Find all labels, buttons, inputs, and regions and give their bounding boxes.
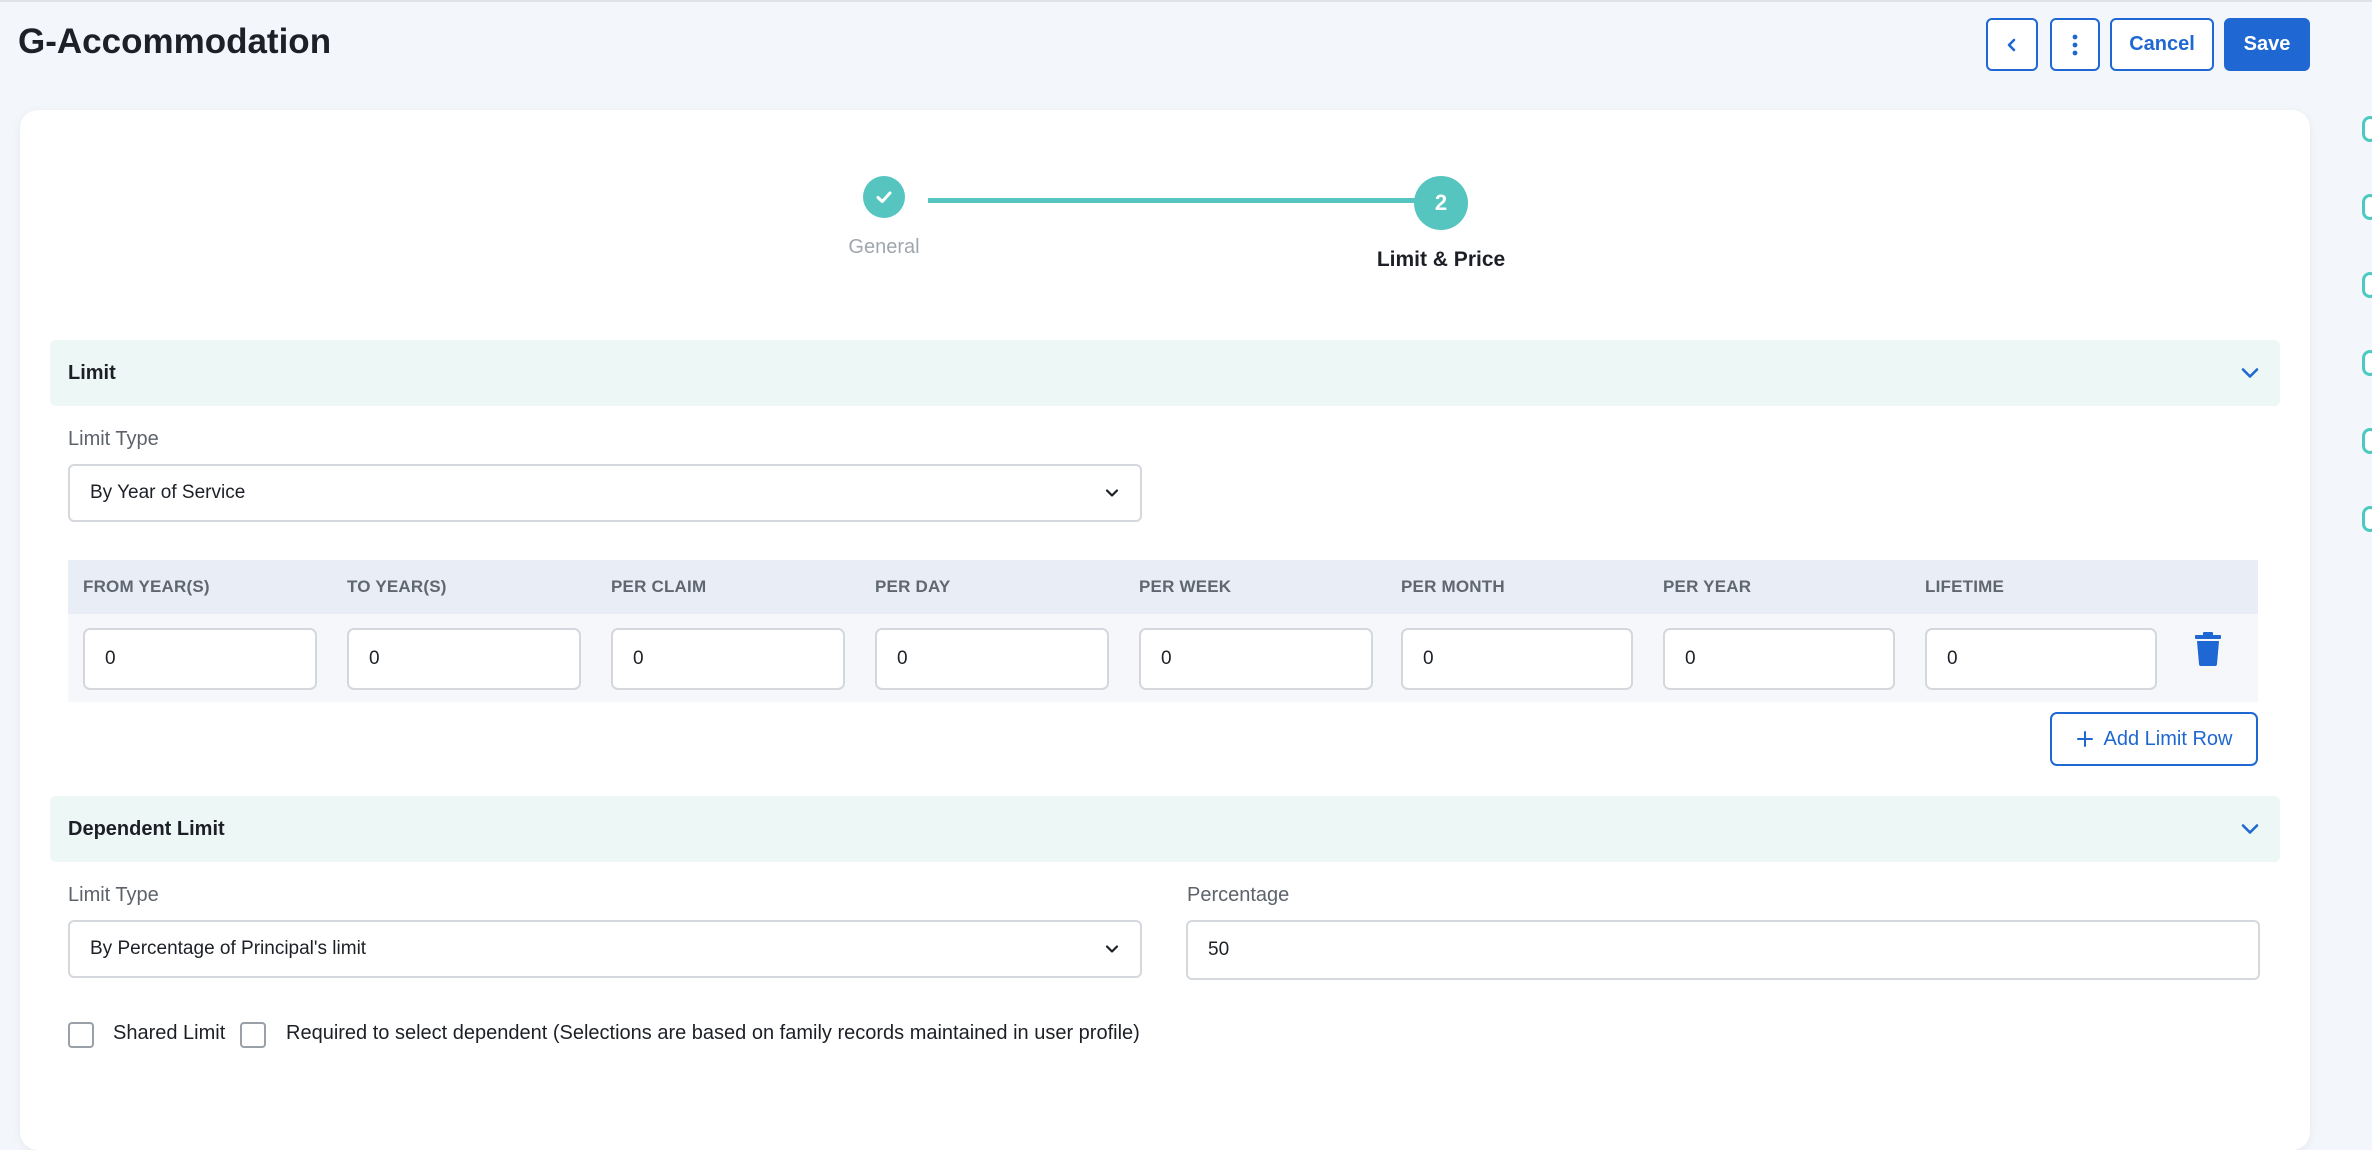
step-limit-price-label: Limit & Price <box>1376 248 1506 271</box>
limit-type-value: By Year of Service <box>90 482 246 503</box>
limit-type-select[interactable]: By Year of Service <box>68 464 1142 522</box>
column-header: PER CLAIM <box>611 577 707 596</box>
back-button[interactable] <box>1986 18 2038 71</box>
limit-type-label: Limit Type <box>68 428 159 450</box>
chevron-down-icon <box>1105 489 1119 497</box>
column-header: PER MONTH <box>1401 577 1505 596</box>
chevron-left-icon <box>2007 38 2016 51</box>
limit-table-header: FROM YEAR(S) TO YEAR(S) PER CLAIM PER DA… <box>68 560 2258 614</box>
per-week-input[interactable] <box>1139 628 1373 690</box>
step-general-label: General <box>848 236 920 258</box>
table-row <box>68 614 2258 702</box>
column-header: TO YEAR(S) <box>347 577 447 596</box>
edge-indicator <box>2362 272 2372 298</box>
right-edge-indicators <box>2362 110 2372 550</box>
dependent-limit-section-header[interactable]: Dependent Limit <box>50 796 2280 862</box>
top-border <box>0 0 2372 2</box>
plus-icon <box>2076 731 2093 747</box>
per-year-input[interactable] <box>1663 628 1895 690</box>
edge-indicator <box>2362 194 2372 220</box>
percentage-input[interactable] <box>1186 920 2260 980</box>
edge-indicator <box>2362 350 2372 376</box>
save-button[interactable]: Save <box>2224 18 2310 71</box>
required-dependent-checkbox[interactable] <box>240 1022 266 1048</box>
column-header: PER WEEK <box>1139 577 1232 596</box>
edge-indicator <box>2362 506 2372 532</box>
column-header: LIFETIME <box>1925 577 2005 596</box>
edge-indicator <box>2362 116 2372 142</box>
step-limit-price-indicator[interactable]: 2 <box>1414 176 1468 230</box>
chevron-down-icon <box>1105 945 1119 953</box>
dependent-limit-section-title: Dependent Limit <box>68 817 225 840</box>
shared-limit-label: Shared Limit <box>113 1022 226 1044</box>
dependent-limit-type-value: By Percentage of Principal's limit <box>90 938 367 959</box>
column-header: PER DAY <box>875 577 951 596</box>
shared-limit-checkbox[interactable] <box>68 1022 94 1048</box>
trash-icon[interactable] <box>2194 632 2222 666</box>
step-general-indicator[interactable] <box>863 176 905 218</box>
add-limit-row-label: Add Limit Row <box>2103 727 2233 750</box>
edge-indicator <box>2362 428 2372 454</box>
chevron-down-icon[interactable] <box>2238 361 2262 385</box>
per-day-input[interactable] <box>875 628 1109 690</box>
per-claim-input[interactable] <box>611 628 845 690</box>
column-header: FROM YEAR(S) <box>83 577 210 596</box>
limit-section-title: Limit <box>68 361 116 384</box>
limit-section-header[interactable]: Limit <box>50 340 2280 406</box>
per-month-input[interactable] <box>1401 628 1633 690</box>
percentage-label: Percentage <box>1187 884 1290 906</box>
page-title: G-Accommodation <box>18 22 332 61</box>
cancel-button[interactable]: Cancel <box>2110 18 2214 71</box>
vertical-dots-icon <box>2072 34 2078 55</box>
chevron-down-icon[interactable] <box>2238 817 2262 841</box>
from-years-input[interactable] <box>83 628 317 690</box>
dependent-limit-type-select[interactable]: By Percentage of Principal's limit <box>68 920 1142 978</box>
dependent-limit-type-label: Limit Type <box>68 884 159 906</box>
check-icon <box>876 191 892 203</box>
lifetime-input[interactable] <box>1925 628 2157 690</box>
required-dependent-label: Required to select dependent (Selections… <box>286 1022 1140 1044</box>
to-years-input[interactable] <box>347 628 581 690</box>
column-header: PER YEAR <box>1663 577 1752 596</box>
more-options-button[interactable] <box>2050 18 2100 71</box>
form-card: 2 General Limit & Price Limit Limit Type… <box>20 110 2310 1150</box>
stepper-connector <box>928 198 1444 203</box>
add-limit-row-button[interactable]: Add Limit Row <box>2050 712 2258 766</box>
